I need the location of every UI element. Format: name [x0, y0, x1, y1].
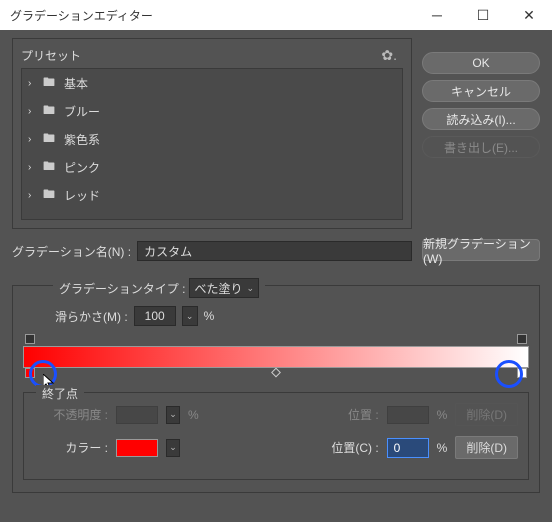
delete-button: 削除(D) — [455, 403, 518, 426]
color-stop-left[interactable] — [25, 368, 35, 378]
ok-button[interactable]: OK — [422, 52, 540, 74]
preset-label: プリセット — [21, 47, 381, 64]
delete-button[interactable]: 削除(D) — [455, 436, 518, 459]
folder-icon: 🖿 — [40, 129, 58, 150]
opacity-input — [116, 406, 158, 424]
preset-item[interactable]: › 🖿 ピンク — [22, 153, 402, 181]
color-stop-right[interactable] — [517, 368, 527, 378]
color-swatch[interactable] — [116, 439, 158, 457]
position-c-label: 位置(C) : — [331, 439, 378, 456]
close-button[interactable]: ✕ — [506, 0, 552, 30]
maximize-button[interactable]: ☐ — [460, 0, 506, 30]
import-button[interactable]: 読み込み(I)... — [422, 108, 540, 130]
preset-list[interactable]: › 🖿 基本 › 🖿 ブルー › 🖿 紫色系 › 🖿 ピンク — [21, 68, 403, 220]
opacity-stop-right[interactable] — [517, 334, 527, 344]
preset-panel: プリセット ✿. › 🖿 基本 › 🖿 ブルー › 🖿 紫色系 — [12, 38, 412, 229]
chevron-right-icon: › — [28, 162, 40, 173]
chevron-right-icon: › — [28, 134, 40, 145]
smoothness-input[interactable] — [134, 306, 176, 326]
folder-icon: 🖿 — [40, 157, 58, 178]
minimize-button[interactable]: ─ — [414, 0, 460, 30]
gradient-editor — [23, 334, 529, 380]
folder-icon: 🖿 — [40, 73, 58, 94]
preset-item[interactable]: › 🖿 紫色系 — [22, 125, 402, 153]
position-unit: % — [437, 408, 448, 422]
window-title: グラデーションエディター — [10, 7, 414, 24]
cancel-button[interactable]: キャンセル — [422, 80, 540, 102]
opacity-stop-left[interactable] — [25, 334, 35, 344]
gear-icon[interactable]: ✿. — [381, 47, 397, 64]
preset-item[interactable]: › 🖿 レッド — [22, 181, 402, 209]
gradient-name-input[interactable] — [137, 241, 412, 261]
midpoint-handle[interactable] — [271, 368, 281, 378]
gradient-type-label: グラデーションタイプ : — [59, 280, 185, 297]
smoothness-unit: % — [204, 309, 215, 323]
folder-icon: 🖿 — [40, 185, 58, 206]
preset-item[interactable]: › 🖿 ブルー — [22, 97, 402, 125]
smoothness-dropdown[interactable]: ⌄ — [182, 306, 198, 326]
smoothness-label: 滑らかさ(M) : — [55, 308, 128, 325]
chevron-right-icon: › — [28, 190, 40, 201]
chevron-right-icon: › — [28, 78, 40, 89]
gradient-name-label: グラデーション名(N) : — [12, 243, 131, 260]
opacity-unit: % — [188, 408, 199, 422]
gradient-type-select[interactable]: べた塗り ⌄ — [189, 278, 259, 298]
color-label: カラー : — [34, 439, 108, 456]
endpoints-panel: 終了点 不透明度 : ⌄ % 位置 : % 削除(D) カラー : ⌄ 位置(C… — [23, 392, 529, 480]
gradient-bar[interactable] — [23, 346, 529, 368]
chevron-down-icon[interactable]: ⌄ — [166, 439, 180, 457]
position-input — [387, 406, 429, 424]
new-gradient-button[interactable]: 新規グラデーション(W) — [422, 239, 540, 261]
position-label: 位置 : — [348, 406, 379, 423]
gradient-section: グラデーションタイプ : べた塗り ⌄ 滑らかさ(M) : ⌄ % 終了点 — [12, 285, 540, 493]
endpoints-title: 終了点 — [36, 385, 84, 402]
titlebar: グラデーションエディター ─ ☐ ✕ — [0, 0, 552, 30]
preset-item[interactable]: › 🖿 基本 — [22, 69, 402, 97]
export-button[interactable]: 書き出し(E)... — [422, 136, 540, 158]
position-c-unit: % — [437, 441, 448, 455]
chevron-right-icon: › — [28, 106, 40, 117]
folder-icon: 🖿 — [40, 101, 58, 122]
chevron-down-icon: ⌄ — [186, 311, 194, 322]
chevron-down-icon: ⌄ — [246, 283, 254, 294]
opacity-label: 不透明度 : — [34, 406, 108, 423]
position-c-input[interactable] — [387, 438, 429, 458]
chevron-down-icon: ⌄ — [166, 406, 180, 424]
